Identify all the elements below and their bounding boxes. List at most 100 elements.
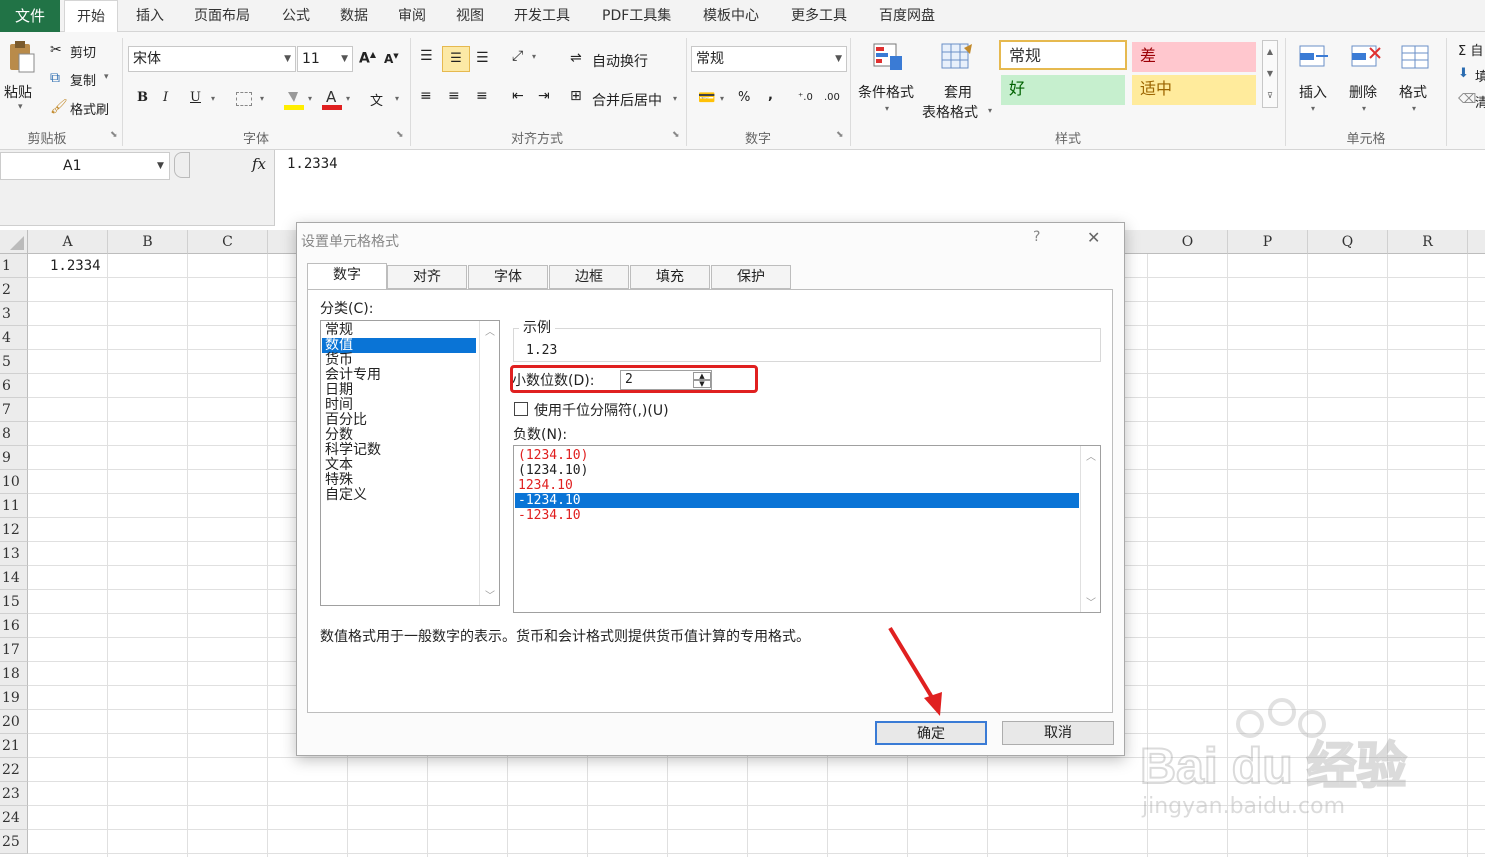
style-bad[interactable]: 差 bbox=[1132, 42, 1256, 72]
insert-cells-button[interactable]: 插入 bbox=[1299, 82, 1327, 102]
category-list[interactable]: 常规 数值 货币 会计专用 日期 时间 百分比 分数 科学记数 文本 特殊 自定义 ︿ ﹀ bbox=[320, 320, 500, 606]
format-as-table-label-1[interactable]: 套用 bbox=[944, 82, 972, 102]
row-header[interactable]: 14 bbox=[0, 566, 28, 590]
orientation-dropdown-icon[interactable]: ▾ bbox=[532, 52, 536, 61]
negative-option[interactable]: (1234.10) bbox=[518, 448, 588, 463]
fill-color-icon[interactable] bbox=[284, 88, 304, 112]
category-item[interactable]: 百分比 bbox=[325, 413, 367, 428]
tab-baidu-netdisk[interactable]: 百度网盘 bbox=[879, 0, 935, 32]
font-launcher-icon[interactable]: ⬊ bbox=[396, 130, 404, 140]
chevron-down-icon[interactable]: ▼ bbox=[157, 153, 164, 179]
scroll-down-icon[interactable]: ﹀ bbox=[485, 587, 495, 602]
copy-button[interactable]: 复制 bbox=[70, 70, 96, 89]
number-format-select[interactable]: 常规 ▼ bbox=[691, 46, 847, 72]
column-header-b[interactable]: B bbox=[108, 230, 188, 254]
negative-option[interactable]: -1234.10 bbox=[518, 508, 581, 523]
tab-alignment[interactable]: 对齐 bbox=[387, 265, 467, 289]
merge-dropdown-icon[interactable]: ▾ bbox=[673, 94, 677, 103]
insert-dropdown-icon[interactable]: ▾ bbox=[1311, 104, 1315, 113]
delete-cells-button[interactable]: 删除 bbox=[1349, 82, 1377, 102]
ok-button[interactable]: 确定 bbox=[875, 721, 987, 745]
row-header[interactable]: 19 bbox=[0, 686, 28, 710]
formula-input[interactable]: 1.2334 bbox=[287, 156, 338, 172]
row-header[interactable]: 5 bbox=[0, 350, 28, 374]
column-header-c[interactable]: C bbox=[188, 230, 268, 254]
paste-icon[interactable] bbox=[6, 40, 36, 74]
row-header[interactable]: 9 bbox=[0, 446, 28, 470]
row-header[interactable]: 20 bbox=[0, 710, 28, 734]
font-name-select[interactable]: 宋体 ▼ bbox=[128, 46, 296, 72]
scroll-up-icon[interactable]: ︿ bbox=[485, 323, 495, 338]
bold-icon[interactable]: B bbox=[137, 90, 148, 105]
category-item[interactable]: 文本 bbox=[325, 458, 353, 473]
row-header[interactable]: 12 bbox=[0, 518, 28, 542]
category-item[interactable]: 日期 bbox=[325, 383, 353, 398]
format-cells-button[interactable]: 格式 bbox=[1399, 82, 1427, 102]
negative-option-selected[interactable]: -1234.10 bbox=[515, 493, 1079, 508]
category-item[interactable]: 分数 bbox=[325, 428, 353, 443]
row-header[interactable]: 13 bbox=[0, 542, 28, 566]
phonetic-icon[interactable]: 文 bbox=[370, 90, 383, 109]
tab-font[interactable]: 字体 bbox=[468, 265, 548, 289]
tab-page-layout[interactable]: 页面布局 bbox=[194, 0, 250, 32]
orientation-icon[interactable]: ⤢ bbox=[512, 48, 523, 64]
border-dropdown-icon[interactable]: ▾ bbox=[260, 94, 264, 103]
tab-review[interactable]: 审阅 bbox=[398, 0, 426, 32]
negative-option[interactable]: (1234.10) bbox=[518, 463, 588, 478]
row-header[interactable]: 24 bbox=[0, 806, 28, 830]
style-good[interactable]: 好 bbox=[1001, 75, 1125, 105]
currency-dropdown-icon[interactable]: ▾ bbox=[720, 94, 724, 103]
row-header[interactable]: 8 bbox=[0, 422, 28, 446]
thousands-separator-label[interactable]: 使用千位分隔符(,)(U) bbox=[534, 400, 669, 420]
close-icon[interactable]: ✕ bbox=[1087, 228, 1100, 247]
select-all-corner[interactable] bbox=[0, 230, 28, 254]
category-item[interactable]: 货币 bbox=[325, 353, 353, 368]
row-header[interactable]: 23 bbox=[0, 782, 28, 806]
align-left-icon[interactable]: ≡ bbox=[420, 88, 432, 104]
styles-scroll-icon[interactable]: ▲ ▼ ⊽ bbox=[1262, 40, 1278, 108]
cancel-button[interactable]: 取消 bbox=[1002, 721, 1114, 745]
row-header[interactable]: 3 bbox=[0, 302, 28, 326]
copy-dropdown-icon[interactable]: ▾ bbox=[104, 72, 109, 82]
negative-option[interactable]: 1234.10 bbox=[518, 478, 573, 493]
category-item[interactable]: 时间 bbox=[325, 398, 353, 413]
paste-dropdown-icon[interactable]: ▾ bbox=[18, 102, 23, 112]
row-header[interactable]: 15 bbox=[0, 590, 28, 614]
file-menu-button[interactable]: 文件 bbox=[0, 0, 60, 32]
column-header-q[interactable]: Q bbox=[1308, 230, 1388, 254]
tab-pdf-tools[interactable]: PDF工具集 bbox=[602, 0, 671, 32]
row-header[interactable]: 2 bbox=[0, 278, 28, 302]
fill-color-dropdown-icon[interactable]: ▾ bbox=[308, 94, 312, 103]
category-item[interactable]: 特殊 bbox=[325, 473, 353, 488]
wrap-text-button[interactable]: 自动换行 bbox=[592, 51, 648, 71]
delete-dropdown-icon[interactable]: ▾ bbox=[1362, 104, 1366, 113]
number-launcher-icon[interactable]: ⬊ bbox=[836, 130, 844, 140]
row-header[interactable]: 1 bbox=[0, 254, 28, 278]
currency-icon[interactable]: 💳 bbox=[698, 90, 715, 106]
alignment-launcher-icon[interactable]: ⬊ bbox=[672, 130, 680, 140]
autosum-button[interactable]: Σ 自 bbox=[1458, 40, 1483, 59]
align-right-icon[interactable]: ≡ bbox=[476, 88, 488, 104]
tab-insert[interactable]: 插入 bbox=[136, 0, 164, 32]
increase-decimal-icon[interactable]: ⁺.0 bbox=[798, 92, 813, 103]
scroll-down-icon[interactable]: ﹀ bbox=[1086, 594, 1096, 609]
increase-indent-icon[interactable]: ⇥ bbox=[538, 88, 550, 104]
row-header[interactable]: 6 bbox=[0, 374, 28, 398]
category-item[interactable]: 常规 bbox=[325, 323, 353, 338]
column-header-a[interactable]: A bbox=[28, 230, 108, 254]
clipboard-launcher-icon[interactable]: ⬊ bbox=[110, 130, 118, 140]
decrease-indent-icon[interactable]: ⇤ bbox=[512, 88, 524, 104]
category-item[interactable]: 会计专用 bbox=[325, 368, 381, 383]
tab-more-tools[interactable]: 更多工具 bbox=[791, 0, 847, 32]
row-header[interactable]: 7 bbox=[0, 398, 28, 422]
border-icon[interactable] bbox=[236, 92, 252, 106]
conditional-format-dropdown-icon[interactable]: ▾ bbox=[885, 104, 889, 113]
thousands-separator-checkbox[interactable] bbox=[514, 402, 528, 416]
shrink-font-icon[interactable]: A▼ bbox=[384, 52, 399, 66]
format-painter-button[interactable]: 格式刷 bbox=[70, 99, 109, 118]
row-header[interactable]: 16 bbox=[0, 614, 28, 638]
category-item-selected[interactable]: 数值 bbox=[322, 338, 476, 353]
align-center-icon[interactable]: ≡ bbox=[448, 88, 460, 104]
align-top-icon[interactable]: ☰ bbox=[420, 48, 433, 64]
percent-button[interactable]: % bbox=[738, 90, 750, 105]
